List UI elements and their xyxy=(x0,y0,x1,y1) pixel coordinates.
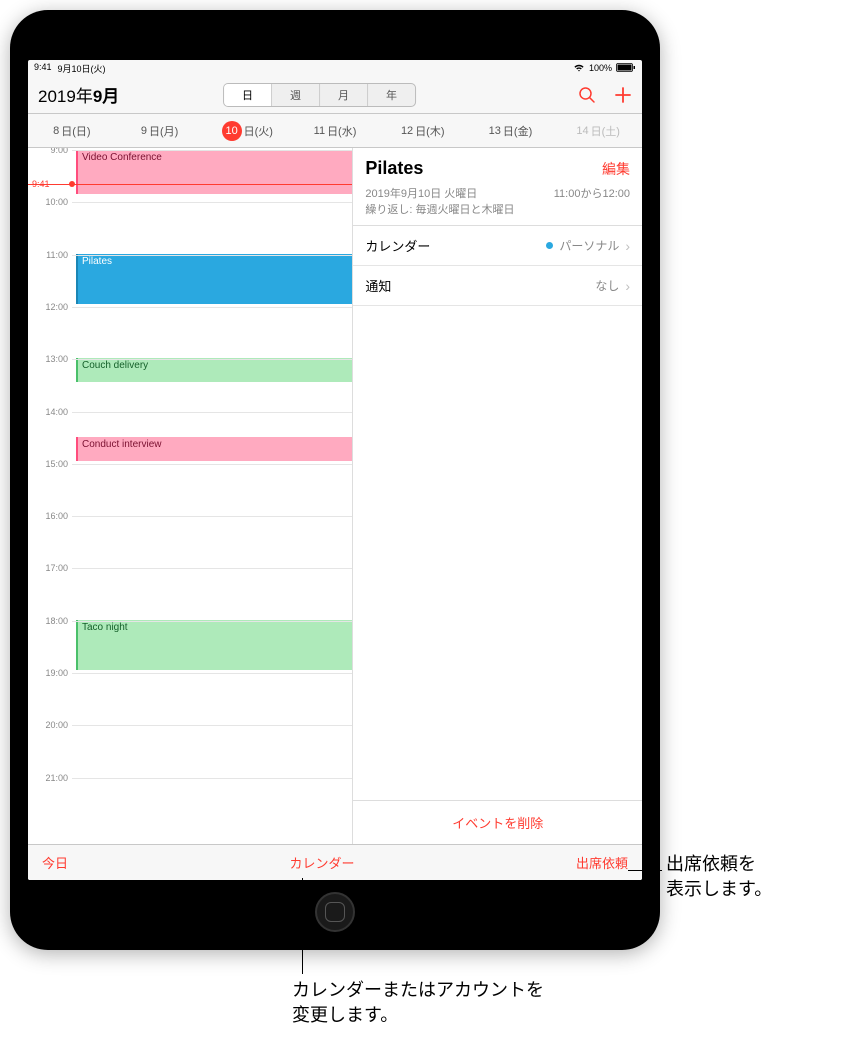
calendar-value: パーソナル xyxy=(559,237,619,254)
callout-line-calendars xyxy=(302,878,303,974)
hour-gridline xyxy=(72,412,352,413)
hour-gridline xyxy=(72,516,352,517)
navigation-bar: 2019年9月 日 週 月 年 xyxy=(28,76,642,114)
hour-label: 19:00 xyxy=(32,668,68,678)
day-timeline[interactable]: Video Conference 9:41 Pilates Couch deli… xyxy=(28,148,353,844)
event-couch-delivery[interactable]: Couch delivery xyxy=(76,358,352,382)
bottom-toolbar: 今日 カレンダー 出席依頼 xyxy=(28,844,642,880)
segment-month[interactable]: 月 xyxy=(320,84,368,106)
hour-gridline xyxy=(72,673,352,674)
wifi-icon xyxy=(573,63,585,74)
callout-calendars: カレンダーまたはアカウントを 変更します。 xyxy=(292,978,544,1028)
add-event-icon[interactable] xyxy=(614,86,632,104)
hour-label: 21:00 xyxy=(32,773,68,783)
hour-gridline xyxy=(72,359,352,360)
event-video-conference[interactable]: Video Conference xyxy=(76,150,352,194)
event-title: Pilates xyxy=(365,158,423,179)
inbox-button[interactable]: 出席依頼 xyxy=(576,853,628,872)
hour-gridline xyxy=(72,255,352,256)
day-fri[interactable]: 13日(金) xyxy=(467,114,555,147)
hour-gridline xyxy=(72,202,352,203)
hour-gridline xyxy=(72,621,352,622)
event-time: 11:00から12:00 xyxy=(554,185,630,201)
day-thu[interactable]: 12日(木) xyxy=(379,114,467,147)
event-taco-night[interactable]: Taco night xyxy=(76,620,352,670)
week-day-strip: 8日(日) 9日(月) 10日(火) 11日(水) 12日(木) 13日(金) … xyxy=(28,114,642,148)
day-tue-selected[interactable]: 10日(火) xyxy=(203,114,291,147)
hour-gridline xyxy=(72,568,352,569)
event-detail-panel: Pilates 編集 2019年9月10日 火曜日 11:00から12:00 繰… xyxy=(353,148,642,844)
event-repeat: 繰り返し: 毎週火曜日と木曜日 xyxy=(365,201,630,217)
today-button[interactable]: 今日 xyxy=(42,853,68,872)
hour-label: 11:00 xyxy=(32,250,68,260)
hour-label: 10:00 xyxy=(32,197,68,207)
day-wed[interactable]: 11日(水) xyxy=(291,114,379,147)
segment-week[interactable]: 週 xyxy=(272,84,320,106)
alert-label: 通知 xyxy=(365,276,391,295)
calendar-color-dot xyxy=(546,242,553,249)
calendars-button[interactable]: カレンダー xyxy=(289,853,354,872)
hour-gridline xyxy=(72,778,352,779)
current-time-dot xyxy=(69,181,75,187)
event-pilates[interactable]: Pilates xyxy=(76,254,352,304)
home-button[interactable] xyxy=(315,892,355,932)
search-icon[interactable] xyxy=(578,86,596,104)
edit-button[interactable]: 編集 xyxy=(602,159,630,179)
hour-label: 16:00 xyxy=(32,511,68,521)
hour-label: 20:00 xyxy=(32,720,68,730)
hour-gridline xyxy=(72,725,352,726)
status-bar: 9:41 9月10日(火) 100% xyxy=(28,60,642,76)
calendar-row[interactable]: カレンダー パーソナル › xyxy=(353,226,642,266)
day-sun[interactable]: 8日(日) xyxy=(28,114,116,147)
ipad-device-frame: 9:41 9月10日(火) 100% 2019年9月 日 週 月 年 xyxy=(10,10,660,950)
hour-label: 15:00 xyxy=(32,459,68,469)
alert-row[interactable]: 通知 なし › xyxy=(353,266,642,306)
nav-year: 2019年 xyxy=(38,87,93,106)
chevron-right-icon: › xyxy=(625,238,630,254)
chevron-right-icon: › xyxy=(625,278,630,294)
content-area: Video Conference 9:41 Pilates Couch deli… xyxy=(28,148,642,844)
hour-gridline xyxy=(72,464,352,465)
callout-inbox: 出席依頼を 表示します。 xyxy=(666,852,772,902)
callout-line-inbox xyxy=(628,870,662,871)
current-time-label: 9:41 xyxy=(32,179,50,189)
calendar-label: カレンダー xyxy=(365,236,430,255)
battery-percent: 100% xyxy=(589,63,612,73)
event-date: 2019年9月10日 火曜日 xyxy=(365,185,477,201)
hour-label: 9:00 xyxy=(32,148,68,155)
day-sat[interactable]: 14日(土) xyxy=(554,114,642,147)
nav-month: 9月 xyxy=(93,87,119,106)
status-date: 9月10日(火) xyxy=(58,62,106,75)
battery-icon xyxy=(616,63,636,74)
hour-label: 18:00 xyxy=(32,616,68,626)
hour-label: 14:00 xyxy=(32,407,68,417)
current-time-line xyxy=(28,184,352,185)
hour-gridline xyxy=(72,307,352,308)
screen: 9:41 9月10日(火) 100% 2019年9月 日 週 月 年 xyxy=(28,60,642,880)
delete-event-button[interactable]: イベントを削除 xyxy=(353,800,642,844)
segment-day[interactable]: 日 xyxy=(224,84,272,106)
event-conduct-interview[interactable]: Conduct interview xyxy=(76,437,352,461)
nav-title[interactable]: 2019年9月 xyxy=(38,82,119,107)
segment-year[interactable]: 年 xyxy=(368,84,415,106)
hour-gridline xyxy=(72,150,352,151)
hour-label: 13:00 xyxy=(32,354,68,364)
day-mon[interactable]: 9日(月) xyxy=(116,114,204,147)
status-time: 9:41 xyxy=(34,62,52,75)
hour-label: 17:00 xyxy=(32,563,68,573)
alert-value: なし xyxy=(595,277,619,294)
view-segmented-control: 日 週 月 年 xyxy=(223,83,416,107)
hour-label: 12:00 xyxy=(32,302,68,312)
